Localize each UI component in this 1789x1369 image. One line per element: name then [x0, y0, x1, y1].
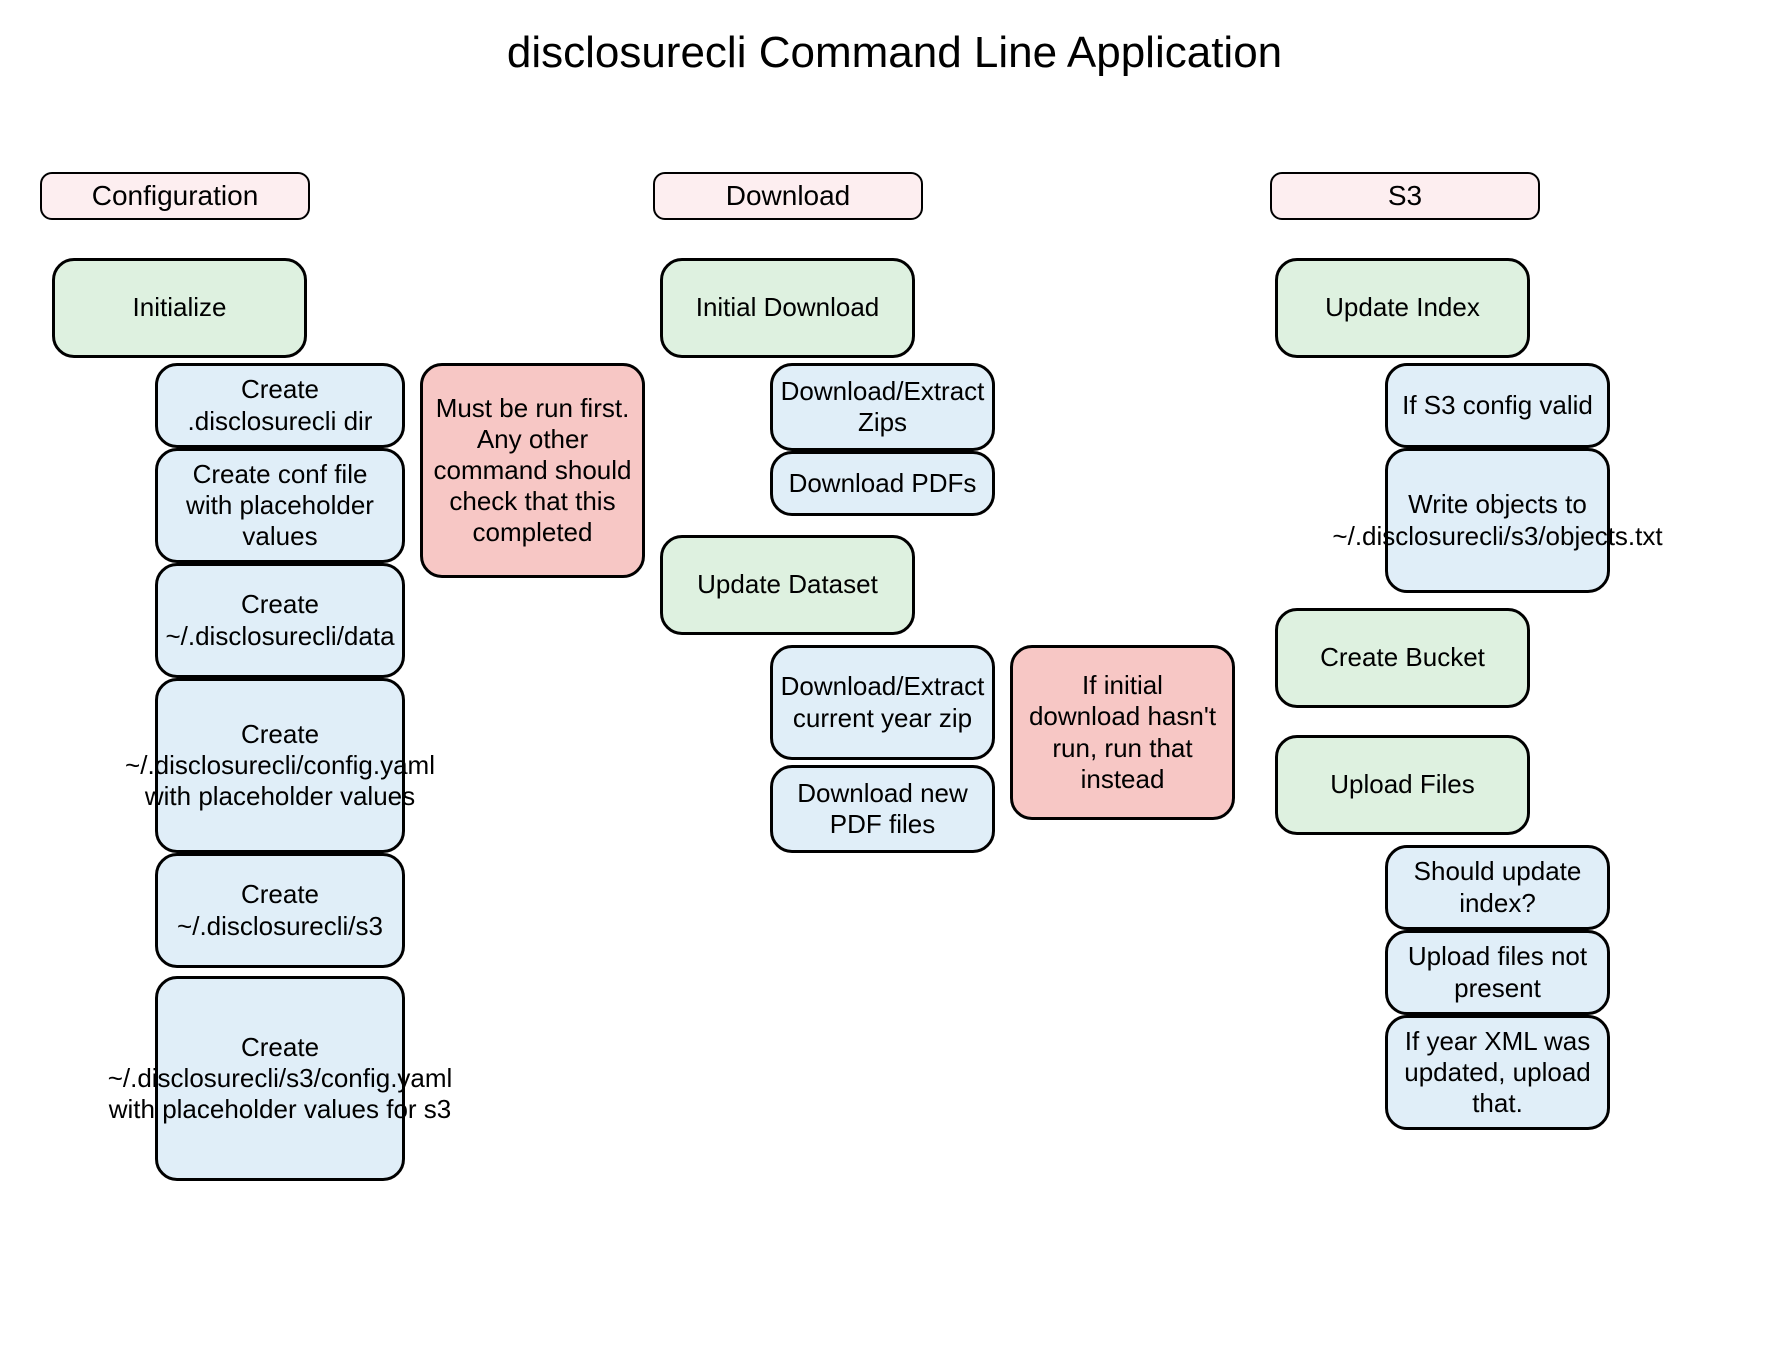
action-create-bucket: Create Bucket	[1275, 608, 1530, 708]
step-config-2: Create ~/.disclosurecli/data	[155, 563, 405, 678]
step-download-update-1: Download new PDF files	[770, 765, 995, 853]
step-download-initial-1: Download PDFs	[770, 451, 995, 516]
action-initial-download: Initial Download	[660, 258, 915, 358]
page-title: disclosurecli Command Line Application	[0, 28, 1789, 78]
step-config-4: Create ~/.disclosurecli/s3	[155, 853, 405, 968]
step-config-1: Create conf file with placeholder values	[155, 448, 405, 563]
action-initialize: Initialize	[52, 258, 307, 358]
step-s3-index-1: Write objects to ~/.disclosurecli/s3/obj…	[1385, 448, 1610, 593]
section-header-download: Download	[653, 172, 923, 220]
step-s3-upload-1: Upload files not present	[1385, 930, 1610, 1015]
action-update-dataset: Update Dataset	[660, 535, 915, 635]
step-download-initial-0: Download/Extract Zips	[770, 363, 995, 451]
step-config-5: Create ~/.disclosurecli/s3/config.yaml w…	[155, 976, 405, 1181]
diagram-canvas: disclosurecli Command Line Application C…	[0, 0, 1789, 1369]
action-update-index: Update Index	[1275, 258, 1530, 358]
action-upload-files: Upload Files	[1275, 735, 1530, 835]
step-s3-upload-0: Should update index?	[1385, 845, 1610, 930]
section-header-s3: S3	[1270, 172, 1540, 220]
step-s3-upload-2: If year XML was updated, upload that.	[1385, 1015, 1610, 1130]
note-download: If initial download hasn't run, run that…	[1010, 645, 1235, 820]
section-header-configuration: Configuration	[40, 172, 310, 220]
note-config: Must be run first. Any other command sho…	[420, 363, 645, 578]
step-s3-index-0: If S3 config valid	[1385, 363, 1610, 448]
step-config-0: Create .disclosurecli dir	[155, 363, 405, 448]
step-config-3: Create ~/.disclosurecli/config.yaml with…	[155, 678, 405, 853]
step-download-update-0: Download/Extract current year zip	[770, 645, 995, 760]
